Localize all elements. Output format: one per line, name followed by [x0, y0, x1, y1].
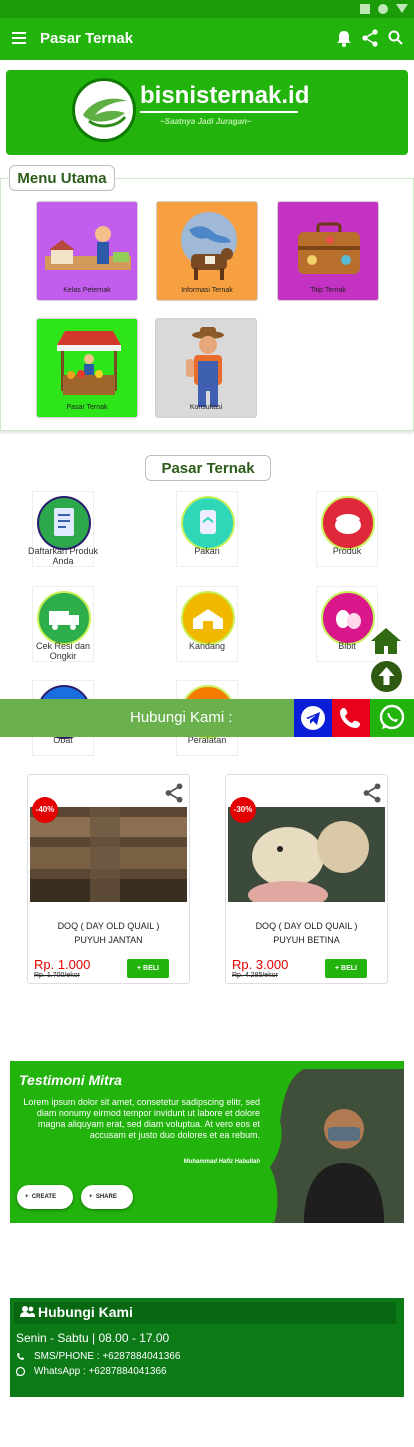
hubungi-kami-section: Hubungi Kami Senin - Sabtu | 08.00 - 17.… — [10, 1298, 404, 1397]
app-bar: Pasar Ternak — [0, 18, 414, 60]
testimoni-body: Lorem ipsum dolor sit amet, consetetur s… — [23, 1097, 260, 1140]
menu-item-label: Titip Ternak — [310, 287, 346, 294]
chicken-meat-icon — [321, 496, 375, 550]
pasar-ternak-heading: Pasar Ternak — [145, 455, 271, 481]
farmer-icon — [186, 327, 224, 407]
product-name: DOQ ( DAY OLD QUAIL ) PUYUH JANTAN — [57, 921, 160, 945]
battery-icon — [396, 4, 408, 13]
suitcase-icon — [298, 222, 360, 274]
search-icon[interactable] — [388, 30, 403, 45]
menu-item-label: Konsultasi — [189, 404, 223, 411]
share-icon[interactable] — [363, 783, 381, 803]
product-card[interactable]: -40% DOQ ( DAY OLD QUAIL ) PUYUH JANTAN R… — [27, 774, 190, 984]
contact-whatsapp[interactable]: WhatsApp : +6287884041366 — [34, 1366, 167, 1377]
market-stall-icon — [57, 331, 121, 395]
category-label: Kandang — [188, 641, 226, 651]
contact-bar: Hubungi Kami : — [0, 699, 414, 737]
brand-underline — [140, 111, 298, 113]
phone-icon — [17, 1353, 24, 1360]
discount-badge: -40% — [32, 797, 58, 823]
testimoni-photo — [270, 1069, 404, 1223]
category-daftarkan-produk[interactable]: Daftarkan Produk Anda — [28, 491, 98, 567]
menu-utama-heading: Menu Utama — [9, 165, 115, 191]
phone-button[interactable] — [332, 699, 370, 737]
product-old-price: Rp. 1.700/ekor — [34, 972, 80, 979]
share-button[interactable]: + SHARE — [81, 1185, 133, 1209]
menu-item-konsultasi[interactable]: Konsultasi — [155, 318, 257, 418]
testimoni-section: Testimoni Mitra Lorem ipsum dolor sit am… — [10, 1061, 404, 1223]
product-name: DOQ ( DAY OLD QUAIL ) PUYUH BETINA — [255, 921, 358, 945]
menu-item-titip-ternak[interactable]: Titip Ternak — [277, 201, 379, 301]
delivery-truck-icon — [37, 591, 91, 645]
cow-globe-icon — [181, 212, 237, 280]
hubungi-kami-heading: Hubungi Kami — [38, 1304, 133, 1320]
menu-item-pasar-ternak[interactable]: Pasar Ternak — [36, 318, 138, 418]
share-icon[interactable] — [362, 29, 378, 47]
product-image — [228, 807, 385, 902]
telegram-icon — [301, 706, 325, 730]
product-price: Rp. 3.000 — [232, 957, 289, 972]
status-bar — [0, 0, 414, 18]
scroll-top-icon[interactable] — [371, 661, 402, 692]
contact-phone[interactable]: SMS/PHONE : +6287884041366 — [34, 1351, 180, 1362]
home-icon[interactable] — [370, 627, 402, 655]
brand-tagline: ~Saatnya Jadi Juragan~ — [160, 117, 252, 126]
feed-sack-icon — [181, 496, 235, 550]
share-icon[interactable] — [165, 783, 183, 803]
category-produk[interactable]: Produk — [316, 491, 378, 567]
wifi-icon — [378, 4, 388, 14]
category-bibit[interactable]: Bibit — [316, 586, 378, 662]
menu-item-informasi-ternak[interactable]: Informasi Ternak — [156, 201, 258, 301]
create-button[interactable]: + CREATE — [17, 1185, 73, 1209]
product-image — [30, 807, 187, 902]
category-cek-resi[interactable]: Cek Resi dan Ongkir — [32, 586, 94, 662]
buy-button[interactable]: + BELI — [127, 959, 169, 978]
phone-icon — [340, 708, 360, 728]
testimoni-heading: Testimoni Mitra — [19, 1072, 122, 1088]
testimoni-author: Muhammad Hafiz Habullah — [183, 1159, 260, 1165]
egg-chick-icon — [321, 591, 375, 645]
telegram-button[interactable] — [294, 699, 332, 737]
brand-name: bisnisternak.id — [140, 82, 310, 109]
category-kandang[interactable]: Kandang — [176, 586, 238, 662]
clipboard-icon — [37, 496, 91, 550]
menu-item-label: Informasi Ternak — [181, 287, 233, 294]
category-label: Daftarkan Produk Anda — [27, 546, 99, 566]
category-label: Produk — [332, 546, 362, 556]
users-icon — [20, 1306, 35, 1317]
brand-banner: bisnisternak.id ~Saatnya Jadi Juragan~ — [6, 70, 408, 155]
category-pakan[interactable]: Pakan — [176, 491, 238, 567]
app-title: Pasar Ternak — [40, 30, 134, 47]
whatsapp-icon — [15, 1366, 26, 1377]
category-label: Pakan — [194, 546, 220, 556]
office-hours: Senin - Sabtu | 08.00 - 17.00 — [16, 1331, 170, 1345]
whatsapp-button[interactable] — [370, 699, 414, 737]
leaf-logo-icon — [72, 78, 136, 142]
product-old-price: Rp. 4.285/ekor — [232, 972, 278, 979]
signal-icon — [360, 4, 370, 14]
buy-button[interactable]: + BELI — [325, 959, 367, 978]
product-price: Rp. 1.000 — [34, 957, 91, 972]
barn-icon — [181, 591, 235, 645]
category-label: Cek Resi dan Ongkir — [35, 641, 91, 661]
bell-icon[interactable] — [337, 30, 351, 47]
whatsapp-icon — [379, 704, 405, 730]
menu-item-label: Pasar Ternak — [66, 404, 108, 411]
farm-scene-icon — [45, 226, 131, 270]
menu-item-kelas-peternak[interactable]: Kelas Peternak — [36, 201, 138, 301]
discount-badge: -30% — [230, 797, 256, 823]
product-card[interactable]: -30% DOQ ( DAY OLD QUAIL ) PUYUH BETINA R… — [225, 774, 388, 984]
menu-item-label: Kelas Peternak — [63, 287, 111, 294]
menu-icon[interactable] — [12, 32, 26, 44]
contact-bar-label: Hubungi Kami : — [130, 709, 233, 726]
